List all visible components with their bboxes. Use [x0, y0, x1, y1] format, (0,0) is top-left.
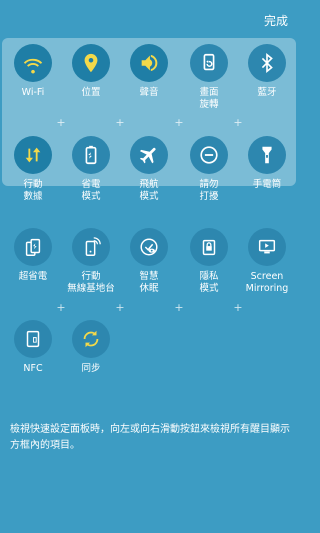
do-not-disturb-tile[interactable]: 請勿 打擾: [179, 136, 239, 203]
plus-marker: +: [233, 301, 243, 314]
location-tile[interactable]: 位置: [61, 44, 121, 99]
location-pin-icon: [72, 44, 110, 82]
plus-marker: +: [115, 116, 125, 129]
bluetooth-tile[interactable]: 藍牙: [237, 44, 297, 99]
plus-marker: +: [174, 301, 184, 314]
screen-mirroring-label: Screen Mirroring: [245, 271, 289, 294]
smart-stay-icon: [130, 228, 168, 266]
screen-rotation-icon: [190, 44, 228, 82]
smart-stay-label: 智慧 休眠: [139, 271, 159, 294]
private-mode-label: 隱私 模式: [199, 271, 219, 294]
mobile-hotspot-label: 行動 無線基地台: [67, 271, 115, 294]
done-button[interactable]: 完成: [264, 12, 288, 29]
mobile-hotspot-tile[interactable]: 行動 無線基地台: [61, 228, 121, 295]
instruction-text: 檢視快速設定面板時，向左或向右滑動按鈕來檢視所有醒目顯示方框內的項目。: [10, 424, 290, 451]
nfc-label: NFC: [23, 363, 43, 374]
wifi-icon: [14, 44, 52, 82]
mobile-data-icon: [14, 136, 52, 174]
flashlight-tile[interactable]: 手電筒: [237, 136, 297, 191]
bluetooth-icon: [248, 44, 286, 82]
plus-marker: +: [56, 116, 66, 129]
ultra-power-saving-icon: [14, 228, 52, 266]
mobile-hotspot-icon: [72, 228, 110, 266]
wifi-label: Wi-Fi: [21, 87, 45, 98]
sync-tile[interactable]: 同步: [61, 320, 121, 375]
smart-stay-tile[interactable]: 智慧 休眠: [119, 228, 179, 295]
ultra-power-saving-tile[interactable]: 超省電: [3, 228, 63, 283]
power-saving-tile[interactable]: 省電 模式: [61, 136, 121, 203]
private-mode-tile[interactable]: 隱私 模式: [179, 228, 239, 295]
wifi-tile[interactable]: Wi-Fi: [3, 44, 63, 99]
plus-marker: +: [115, 301, 125, 314]
ultra-power-saving-label: 超省電: [18, 271, 48, 282]
sound-label: 聲音: [139, 87, 159, 98]
mobile-data-tile[interactable]: 行動 數據: [3, 136, 63, 203]
sound-icon: [130, 44, 168, 82]
screen-rotation-label: 畫面 旋轉: [199, 87, 219, 110]
sync-icon: [72, 320, 110, 358]
location-label: 位置: [81, 87, 101, 98]
do-not-disturb-icon: [190, 136, 228, 174]
plus-marker: +: [174, 116, 184, 129]
airplane-tile[interactable]: 飛航 模式: [119, 136, 179, 203]
private-mode-icon: [190, 228, 228, 266]
airplane-label: 飛航 模式: [139, 179, 159, 202]
power-saving-icon: [72, 136, 110, 174]
sound-tile[interactable]: 聲音: [119, 44, 179, 99]
nfc-tile[interactable]: NFC: [3, 320, 63, 375]
bluetooth-label: 藍牙: [257, 87, 277, 98]
flashlight-label: 手電筒: [252, 179, 282, 190]
screen-rotation-tile[interactable]: 畫面 旋轉: [179, 44, 239, 111]
flashlight-icon: [248, 136, 286, 174]
sync-label: 同步: [81, 363, 101, 374]
screen-mirroring-icon: [248, 228, 286, 266]
power-saving-label: 省電 模式: [81, 179, 101, 202]
nfc-icon: [14, 320, 52, 358]
mobile-data-label: 行動 數據: [23, 179, 43, 202]
plus-marker: +: [56, 301, 66, 314]
do-not-disturb-label: 請勿 打擾: [199, 179, 219, 202]
airplane-icon: [130, 136, 168, 174]
screen-mirroring-tile[interactable]: Screen Mirroring: [237, 228, 297, 295]
plus-marker: +: [233, 116, 243, 129]
